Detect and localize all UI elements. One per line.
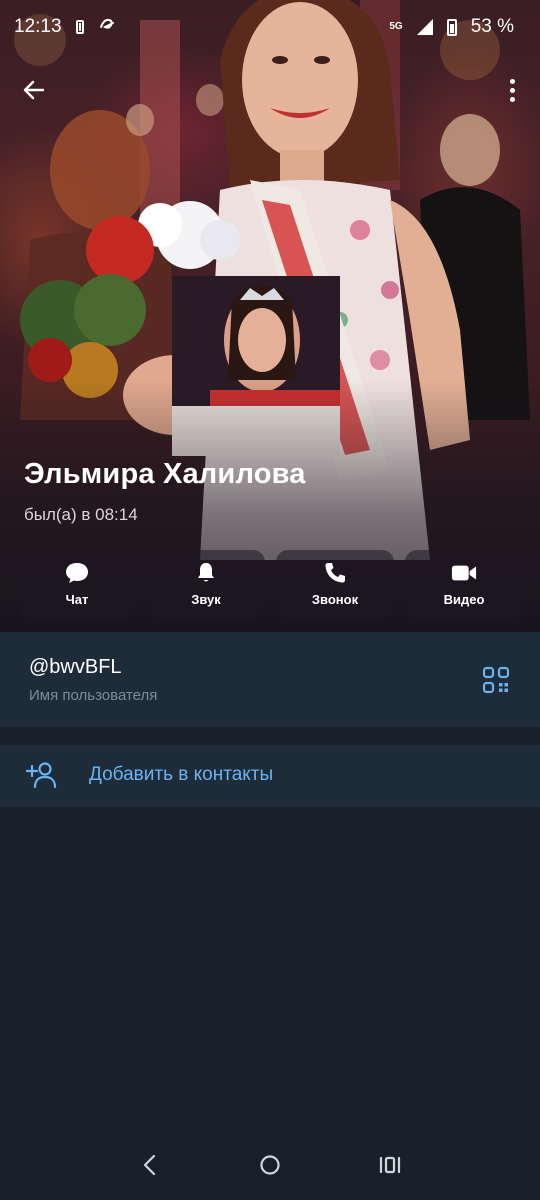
chat-icon [64,561,90,585]
video-label: Видео [443,592,485,607]
video-button[interactable]: Видео [405,550,523,618]
call-label: Звонок [311,592,359,607]
chat-label: Чат [65,592,89,607]
more-options-button[interactable] [500,70,524,110]
qr-code-button[interactable] [482,666,510,694]
status-time: 12:13 [14,16,62,37]
username: @bwvBFL [29,656,122,678]
signal-icon [416,19,433,35]
phone-icon [322,561,348,585]
add-contact-button[interactable]: Добавить в контакты [0,745,540,807]
back-button[interactable] [14,70,54,110]
add-user-icon [26,762,57,789]
last-seen-status: был(а) в 08:14 [24,505,138,524]
action-buttons: Чат Звук Звонок Видео [18,550,523,618]
nav-home-button[interactable] [246,1141,294,1189]
profile-header: 12:13 5G 53 % Эльмира Халилова был(а) в … [0,0,540,632]
nav-back-button[interactable] [126,1141,174,1189]
chevron-left-icon [143,1154,156,1176]
nav-recents-button[interactable] [366,1141,414,1189]
bell-icon [193,561,219,585]
sound-button[interactable]: Звук [147,550,265,618]
status-bar: 12:13 5G 53 % [0,0,540,54]
arrow-left-icon [23,80,45,100]
dot-icon [509,96,515,102]
profile-screen: 12:13 5G 53 % Эльмира Халилова был(а) в … [0,0,540,1200]
profile-name: Эльмира Халилова [24,458,306,490]
call-button[interactable]: Звонок [276,550,394,618]
dot-icon [509,78,515,84]
battery-percent: 53 % [470,16,514,37]
notification-icon [98,15,116,39]
chat-button[interactable]: Чат [18,550,136,618]
system-nav-bar [0,1130,540,1200]
battery-saver-icon [75,20,84,34]
home-circle-icon [260,1155,280,1175]
qr-code-icon [482,666,510,694]
dot-icon [509,87,515,93]
username-card[interactable]: @bwvBFL Имя пользователя [0,632,540,727]
username-caption: Имя пользователя [29,687,158,704]
recents-icon [379,1156,401,1174]
sound-label: Звук [191,592,221,607]
network-type: 5G [389,21,403,32]
add-contact-label: Добавить в контакты [89,764,274,785]
video-camera-icon [451,561,477,585]
battery-icon [446,18,457,36]
